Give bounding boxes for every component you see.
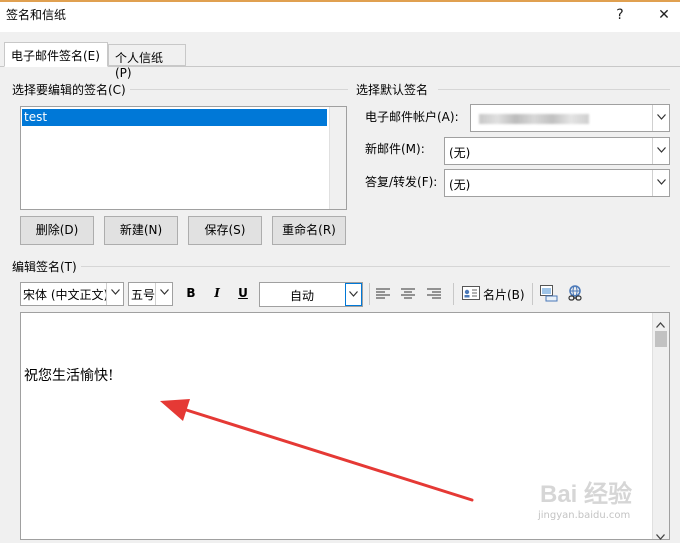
new-messages-select[interactable]: (无)	[444, 137, 670, 165]
signature-text: 祝您生活愉快!	[24, 368, 114, 384]
font-size-select[interactable]: 五号	[128, 282, 173, 306]
scroll-thumb[interactable]	[655, 331, 667, 347]
align-center-icon[interactable]	[401, 288, 415, 302]
font-size-value: 五号	[131, 288, 156, 302]
chevron-down-icon[interactable]	[345, 283, 362, 306]
select-signature-heading: 选择要编辑的签名(C)	[12, 81, 130, 98]
font-value: 宋体 (中文正文)	[23, 288, 107, 302]
tab-personal-stationery[interactable]: 个人信纸(P)	[108, 44, 186, 80]
title-bar	[0, 0, 680, 32]
business-card-icon[interactable]	[462, 286, 480, 303]
insert-picture-icon[interactable]	[540, 285, 558, 305]
watermark-url: jingyan.baidu.com	[538, 510, 631, 521]
bold-button[interactable]: B	[184, 286, 198, 300]
align-left-icon[interactable]	[376, 288, 390, 302]
rename-button[interactable]: 重命名(R)	[272, 216, 346, 245]
chevron-down-icon[interactable]	[155, 283, 172, 305]
toolbar-separator	[369, 283, 370, 305]
replies-forwards-select[interactable]: (无)	[444, 169, 670, 197]
signature-listbox[interactable]: test	[20, 106, 347, 210]
listbox-scrollbar[interactable]	[329, 107, 346, 209]
tab-email-signature[interactable]: 电子邮件签名(E)	[4, 42, 108, 67]
new-messages-label: 新邮件(M):	[365, 142, 425, 156]
close-button[interactable]: ✕	[652, 4, 676, 26]
replies-forwards-value: (无)	[449, 178, 471, 192]
replies-forwards-label: 答复/转发(F):	[365, 175, 438, 189]
business-card-button[interactable]: 名片(B)	[483, 286, 525, 303]
save-button[interactable]: 保存(S)	[188, 216, 262, 245]
chevron-down-icon[interactable]	[652, 170, 669, 196]
email-account-select[interactable]	[470, 104, 670, 132]
chevron-down-icon[interactable]	[652, 105, 669, 131]
hyperlink-icon[interactable]	[566, 285, 584, 305]
chevron-down-icon[interactable]	[652, 138, 669, 164]
font-color-select[interactable]: 自动	[259, 282, 363, 307]
new-button[interactable]: 新建(N)	[104, 216, 178, 245]
delete-button[interactable]: 删除(D)	[20, 216, 94, 245]
blurred-account-value	[479, 114, 589, 124]
divider	[120, 89, 348, 90]
editor-scrollbar[interactable]	[652, 313, 669, 540]
divider	[438, 89, 670, 90]
divider	[80, 266, 670, 267]
email-account-label: 电子邮件帐户(A):	[365, 110, 459, 124]
scroll-down-icon[interactable]	[656, 529, 665, 543]
font-select[interactable]: 宋体 (中文正文)	[20, 282, 124, 306]
toolbar-separator	[532, 283, 533, 305]
new-messages-value: (无)	[449, 146, 471, 160]
align-right-icon[interactable]	[427, 288, 441, 302]
chevron-down-icon[interactable]	[106, 283, 123, 305]
window-title: 签名和信纸	[6, 8, 67, 22]
list-item[interactable]: test	[22, 109, 327, 126]
edit-signature-heading: 编辑签名(T)	[12, 258, 81, 275]
toolbar-separator	[453, 283, 454, 305]
watermark-logo: Bai 经验	[540, 481, 633, 508]
help-button[interactable]: ?	[608, 4, 632, 26]
italic-button[interactable]: I	[210, 286, 224, 300]
underline-button[interactable]: U	[236, 286, 250, 300]
default-signature-heading: 选择默认签名	[356, 81, 433, 98]
font-color-value: 自动	[290, 289, 315, 303]
scroll-up-icon[interactable]	[656, 317, 665, 331]
